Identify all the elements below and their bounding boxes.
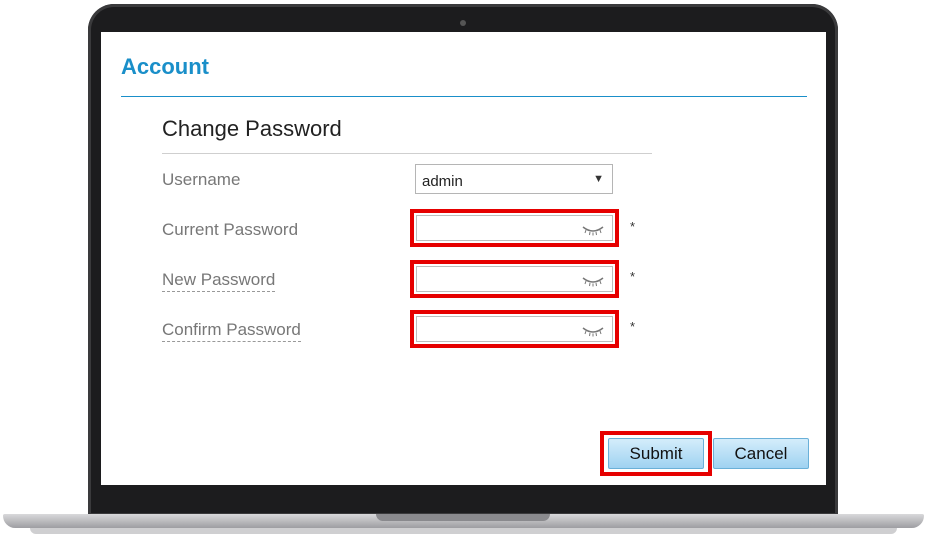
section-title: Change Password [162,116,342,141]
new-password-label[interactable]: New Password [162,270,276,292]
eye-closed-icon[interactable] [582,275,604,287]
title-divider [121,96,807,97]
page-title: Account [121,54,209,79]
current-password-label: Current Password [162,220,299,239]
chevron-down-icon: ▼ [593,173,604,185]
screen: Account Change Password Username admin ▼… [101,32,826,485]
confirm-password-highlight [410,310,619,348]
username-select[interactable]: admin ▼ [415,164,613,194]
current-password-highlight [410,209,619,247]
cancel-button[interactable]: Cancel [713,438,809,469]
confirm-password-label[interactable]: Confirm Password [162,320,301,342]
required-marker: * [630,219,636,234]
laptop-notch [376,514,550,521]
submit-highlight: Submit [600,431,712,476]
username-label: Username [162,170,241,189]
new-password-input[interactable] [416,266,613,292]
section-divider [162,153,652,154]
current-password-input[interactable] [416,215,613,241]
required-marker: * [630,319,636,334]
submit-button[interactable]: Submit [608,438,704,469]
confirm-password-input[interactable] [416,316,613,342]
eye-closed-icon[interactable] [582,224,604,236]
required-marker: * [630,269,636,284]
camera-icon [460,20,466,26]
eye-closed-icon[interactable] [582,325,604,337]
laptop-shadow [30,528,897,534]
username-value: admin [422,173,463,190]
new-password-highlight [410,260,619,298]
